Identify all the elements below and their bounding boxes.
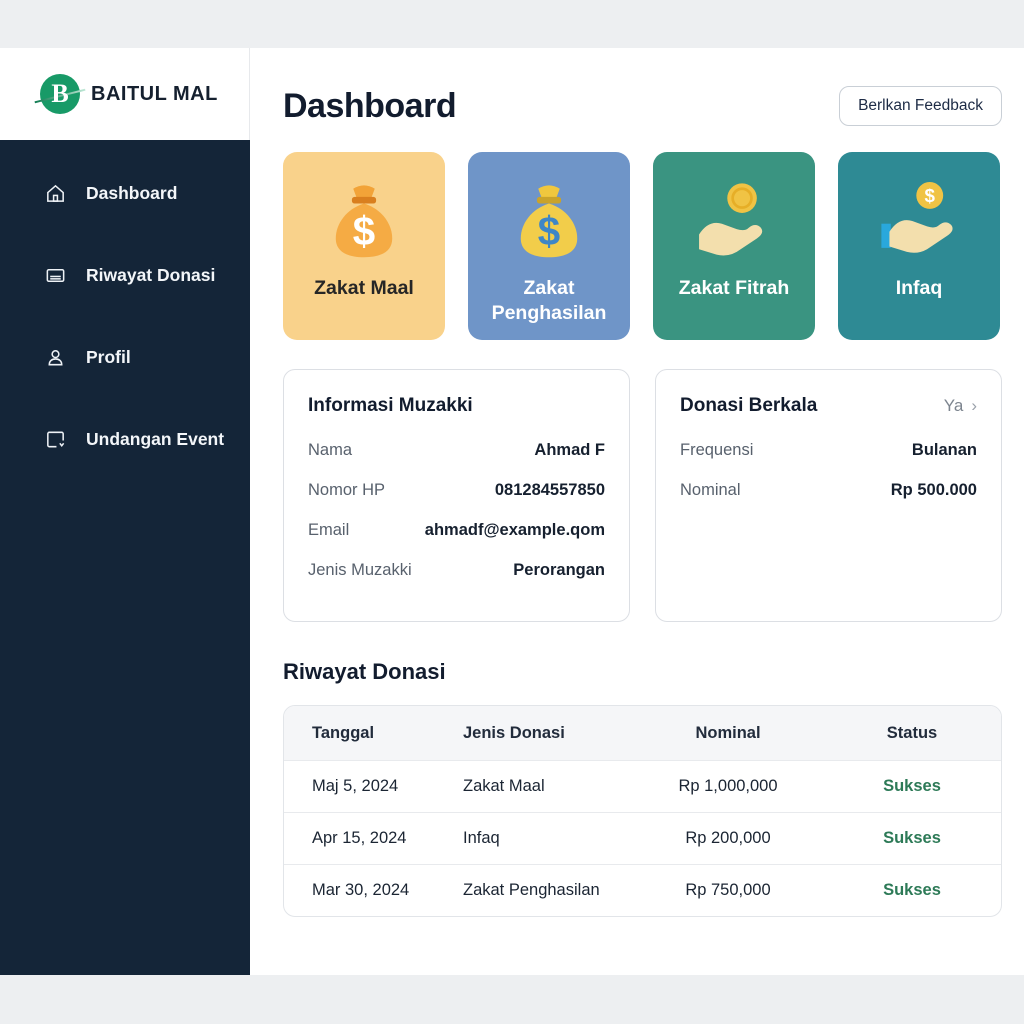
field-value: 081284557850 <box>495 481 605 500</box>
col-header-jenis: Jenis Donasi <box>463 724 633 743</box>
category-cards-row: $ Zakat Maal $ Zakat Penghasilan <box>283 152 1002 340</box>
main-header: Dashboard Berlkan Feedback <box>283 86 1002 126</box>
berkala-row-frequensi: Frequensi Bulanan <box>680 441 977 460</box>
sidebar-item-label: Profil <box>86 347 131 368</box>
muzakki-card-title: Informasi Muzakki <box>308 395 473 417</box>
berkala-status-value: Ya <box>944 396 964 416</box>
muzakki-row-email: Email ahmadf@example.qom <box>308 521 605 540</box>
field-value: Rp 500.000 <box>891 481 977 500</box>
cell-jenis: Zakat Maal <box>463 777 633 796</box>
card-zakat-maal[interactable]: $ Zakat Maal <box>283 152 445 340</box>
svg-text:$: $ <box>353 209 375 254</box>
hand-dollar-coin-icon: $ <box>876 152 962 268</box>
card-infaq[interactable]: $ Infaq <box>838 152 1000 340</box>
sidebar-item-undangan-event[interactable]: Undangan Event <box>0 415 250 463</box>
muzakki-row-nomor-hp: Nomor HP 081284557850 <box>308 481 605 500</box>
informasi-muzakki-card: Informasi Muzakki Nama Ahmad F Nomor HP … <box>283 369 630 622</box>
sidebar-item-riwayat-donasi[interactable]: Riwayat Donasi <box>0 251 250 299</box>
donation-history-table: Tanggal Jenis Donasi Nominal Status Maj … <box>283 705 1002 917</box>
svg-text:$: $ <box>538 209 560 254</box>
cell-jenis: Zakat Penghasilan <box>463 881 633 900</box>
sidebar: B BAITUL MAL Dashboard Riwayat Donasi <box>0 48 250 975</box>
table-row: Maj 5, 2024 Zakat Maal Rp 1,000,000 Suks… <box>284 760 1001 812</box>
card-label: Zakat Fitrah <box>669 268 800 301</box>
berkala-row-nominal: Nominal Rp 500.000 <box>680 481 977 500</box>
card-zakat-fitrah[interactable]: Zakat Fitrah <box>653 152 815 340</box>
sidebar-item-label: Undangan Event <box>86 429 224 450</box>
app-window: B BAITUL MAL Dashboard Riwayat Donasi <box>0 48 1024 975</box>
cell-nominal: Rp 1,000,000 <box>633 777 823 796</box>
card-label: Zakat Penghasilan <box>468 268 630 327</box>
muzakki-row-jenis: Jenis Muzakki Perorangan <box>308 561 605 580</box>
money-bag-yellow-icon: $ <box>506 152 592 268</box>
user-icon <box>44 346 67 369</box>
field-label: Nama <box>308 441 352 460</box>
muzakki-row-nama: Nama Ahmad F <box>308 441 605 460</box>
table-row: Mar 30, 2024 Zakat Penghasilan Rp 750,00… <box>284 864 1001 916</box>
brand-name: BAITUL MAL <box>91 83 218 106</box>
field-label: Jenis Muzakki <box>308 561 412 580</box>
field-label: Email <box>308 521 349 540</box>
table-header-row: Tanggal Jenis Donasi Nominal Status <box>284 706 1001 760</box>
donasi-berkala-card: Donasi Berkala Ya › Frequensi Bulanan No… <box>655 369 1002 622</box>
list-card-icon <box>44 264 67 287</box>
cell-nominal: Rp 200,000 <box>633 829 823 848</box>
status-badge: Sukses <box>823 829 1001 848</box>
cell-tanggal: Maj 5, 2024 <box>284 777 463 796</box>
cell-jenis: Infaq <box>463 829 633 848</box>
field-label: Nomor HP <box>308 481 385 500</box>
col-header-tanggal: Tanggal <box>284 724 463 743</box>
berkala-status-link[interactable]: Ya › <box>944 396 977 416</box>
event-invite-icon <box>44 428 67 451</box>
field-value: ahmadf@example.qom <box>425 521 605 540</box>
sidebar-item-label: Riwayat Donasi <box>86 265 215 286</box>
sidebar-item-label: Dashboard <box>86 183 177 204</box>
brand-logo-icon: B <box>40 74 80 114</box>
home-icon <box>44 182 67 205</box>
cell-tanggal: Apr 15, 2024 <box>284 829 463 848</box>
main-content: Dashboard Berlkan Feedback $ Zakat Maal <box>250 48 1024 975</box>
brand-header: B BAITUL MAL <box>0 48 250 140</box>
table-row: Apr 15, 2024 Infaq Rp 200,000 Sukses <box>284 812 1001 864</box>
card-label: Zakat Maal <box>304 268 424 301</box>
info-cards-row: Informasi Muzakki Nama Ahmad F Nomor HP … <box>283 369 1002 622</box>
berkala-card-title: Donasi Berkala <box>680 395 817 417</box>
money-bag-orange-icon: $ <box>321 152 407 268</box>
sidebar-item-dashboard[interactable]: Dashboard <box>0 169 250 217</box>
card-zakat-penghasilan[interactable]: $ Zakat Penghasilan <box>468 152 630 340</box>
sidebar-nav: Dashboard Riwayat Donasi Profil Unda <box>0 140 250 975</box>
cell-tanggal: Mar 30, 2024 <box>284 881 463 900</box>
field-label: Frequensi <box>680 441 753 460</box>
status-badge: Sukses <box>823 881 1001 900</box>
field-value: Perorangan <box>513 561 605 580</box>
page-title: Dashboard <box>283 87 456 126</box>
logo-letter: B <box>40 74 80 114</box>
col-header-nominal: Nominal <box>633 724 823 743</box>
svg-text:$: $ <box>925 185 936 206</box>
field-value: Ahmad F <box>534 441 605 460</box>
feedback-button[interactable]: Berlkan Feedback <box>839 86 1002 126</box>
sidebar-item-profil[interactable]: Profil <box>0 333 250 381</box>
field-label: Nominal <box>680 481 741 500</box>
field-value: Bulanan <box>912 441 977 460</box>
status-badge: Sukses <box>823 777 1001 796</box>
hand-coin-icon <box>691 152 777 268</box>
cell-nominal: Rp 750,000 <box>633 881 823 900</box>
col-header-status: Status <box>823 724 1001 743</box>
history-section-title: Riwayat Donasi <box>283 659 1002 685</box>
chevron-right-icon: › <box>971 396 977 416</box>
card-label: Infaq <box>886 268 953 301</box>
